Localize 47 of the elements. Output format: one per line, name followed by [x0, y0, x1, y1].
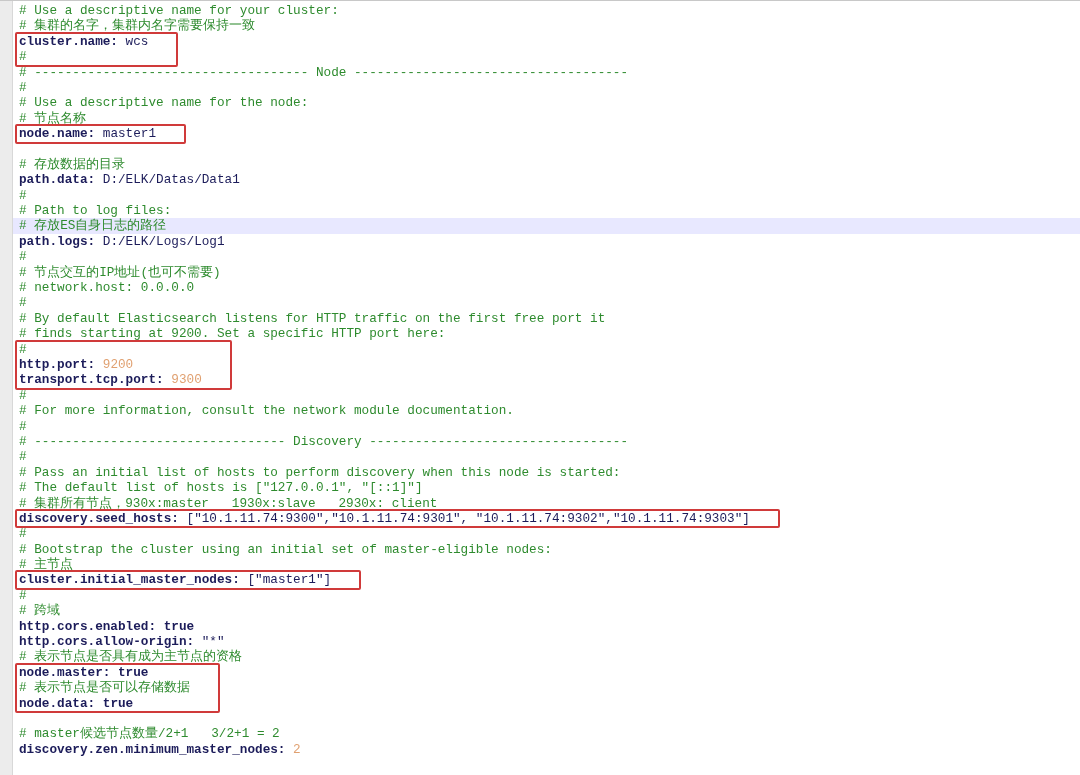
code-comment: # — [19, 249, 27, 265]
code-comment: # By default Elasticsearch listens for HTTP traffic on the first free port it — [19, 310, 606, 326]
code-comment: # finds starting at 9200. Set a specific HTTP port here: — [19, 326, 446, 342]
code-comment: # Pass an initial list of hosts to perform discovery when this node is started: — [19, 464, 621, 480]
code-comment: # 表示节点是否可以存储数据 — [19, 680, 191, 696]
code-comment: # 存放数据的目录 — [19, 156, 126, 172]
code-comment: # 集群所有节点，930x:master 1930x:slave 2930x: client — [19, 495, 438, 511]
config-line: node.master: true — [19, 664, 149, 680]
config-line: http.cors.allow-origin: "*" — [19, 634, 225, 649]
code-comment: # Use a descriptive name for the node: — [19, 95, 309, 111]
code-comment: # --------------------------------- Discovery ---------------------------------- — [19, 433, 629, 449]
code-comment: # — [19, 341, 27, 357]
code-comment: # 集群的名字，集群内名字需要保持一致 — [19, 18, 256, 34]
code-comment: # Path to log files: — [19, 203, 172, 219]
config-line: cluster.name: wcs — [19, 33, 149, 49]
code-comment: # — [19, 449, 27, 465]
code-comment: # — [19, 295, 27, 311]
code-comment: # 主节点 — [19, 557, 74, 573]
code-comment: # — [19, 387, 27, 403]
code-comment: # Bootstrap the cluster using an initial set of master-eligible nodes: — [19, 541, 552, 557]
config-line: path.data: D:/ELK/Datas/Data1 — [19, 172, 240, 188]
code-comment: # The default list of hosts is ["127.0.0.1", "[::1]"] — [19, 480, 423, 496]
code-comment: # 表示节点是否具有成为主节点的资格 — [19, 649, 243, 665]
code-comment: # master候选节点数量/2+1 3/2+1 = 2 — [19, 726, 280, 742]
config-line: transport.tcp.port: 9300 — [19, 372, 202, 388]
config-line: path.logs: D:/ELK/Logs/Log1 — [19, 233, 225, 249]
code-comment: # — [19, 587, 27, 603]
code-comment: # 节点交互的IP地址(也可不需要) — [19, 264, 221, 280]
code-comment: # For more information, consult the network module documentation. — [19, 403, 514, 419]
config-line: node.data: true — [19, 695, 134, 711]
config-line: discovery.seed_hosts: ["10.1.11.74:9300","10.1.11.74:9301", "10.1.11.74:9302","10.1.11.74:9303"] — [19, 510, 750, 526]
config-line: http.port: 9200 — [19, 357, 134, 372]
code-comment: # 节点名称 — [19, 110, 87, 126]
config-line: http.cors.enabled: true — [19, 618, 195, 634]
code-comment: # network.host: 0.0.0.0 — [19, 280, 195, 296]
config-line: discovery.zen.minimum_master_nodes: 2 — [19, 741, 301, 757]
code-comment: # 跨域 — [19, 603, 61, 619]
config-line: node.name: master1 — [19, 126, 157, 142]
code-comment: # — [19, 49, 27, 65]
code-comment: # — [19, 187, 27, 203]
code-comment: # — [19, 418, 27, 434]
code-comment: # Use a descriptive name for your cluster: — [19, 3, 339, 18]
code-comment: # — [19, 79, 27, 95]
code-comment: # — [19, 526, 27, 542]
code-comment: # ------------------------------------ Node ------------------------------------ — [19, 64, 629, 80]
config-line: cluster.initial_master_nodes: ["master1"] — [19, 572, 332, 588]
code-comment: # 存放ES自身日志的路径 — [19, 218, 167, 234]
